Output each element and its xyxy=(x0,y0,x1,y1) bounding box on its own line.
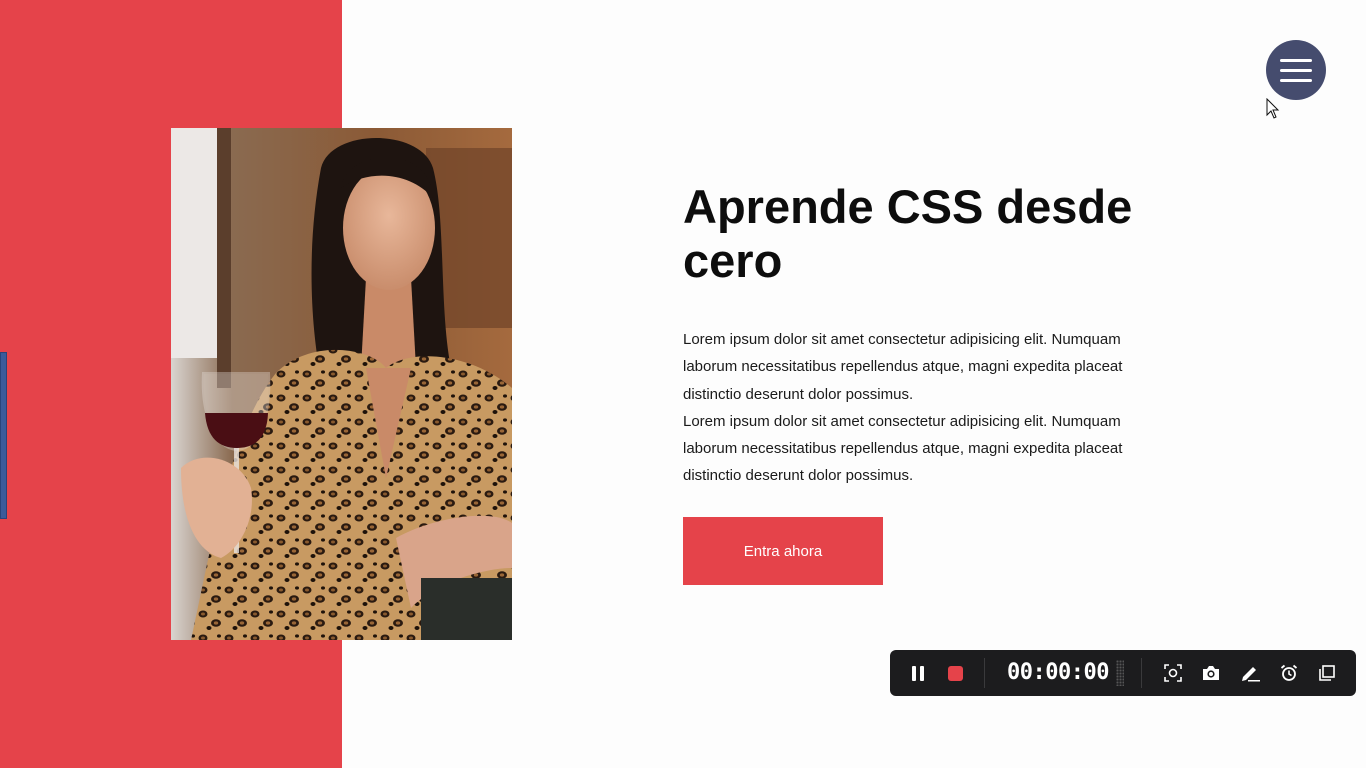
hero-content: Aprende CSS desde cero Lorem ipsum dolor… xyxy=(683,180,1163,490)
page-title: Aprende CSS desde cero xyxy=(683,180,1133,287)
camera-icon xyxy=(1203,666,1219,680)
recording-timer: 00:00:00 xyxy=(1007,660,1109,685)
pause-button[interactable] xyxy=(906,661,930,685)
side-edge-tab[interactable] xyxy=(0,352,7,519)
camera-button[interactable] xyxy=(1199,661,1223,685)
hamburger-menu-icon-bottom xyxy=(1280,78,1312,82)
hero-photo xyxy=(171,128,512,640)
hero-paragraph-2: Lorem ipsum dolor sit amet consectetur a… xyxy=(683,412,1123,485)
pen-icon xyxy=(1242,667,1260,682)
hero-paragraph-1: Lorem ipsum dolor sit amet consectetur a… xyxy=(683,331,1123,403)
woman-holding-wine-glass-photo xyxy=(171,128,512,640)
hamburger-menu-icon xyxy=(1280,58,1312,62)
hero-description: Lorem ipsum dolor sit amet consectetur a… xyxy=(683,326,1158,490)
toolbar-divider xyxy=(984,658,985,688)
toolbar-divider-2 xyxy=(1141,658,1142,688)
screenshot-region-icon xyxy=(1164,664,1182,682)
window-button[interactable] xyxy=(1315,661,1339,685)
alarm-icon xyxy=(1280,664,1298,681)
drag-handle[interactable] xyxy=(1116,660,1124,686)
pen-button[interactable] xyxy=(1238,661,1262,685)
stop-icon xyxy=(947,665,963,681)
alarm-button[interactable] xyxy=(1277,661,1301,685)
mouse-cursor-icon xyxy=(1266,98,1280,119)
cta-button[interactable]: Entra ahora xyxy=(683,517,883,585)
landing-page: Aprende CSS desde cero Lorem ipsum dolor… xyxy=(0,0,1366,768)
stop-button[interactable] xyxy=(943,661,967,685)
menu-button[interactable] xyxy=(1266,40,1326,100)
pause-icon xyxy=(912,665,924,681)
screenshot-region-button[interactable] xyxy=(1161,661,1185,685)
hamburger-menu-icon-middle xyxy=(1280,68,1312,72)
window-icon xyxy=(1319,665,1335,681)
